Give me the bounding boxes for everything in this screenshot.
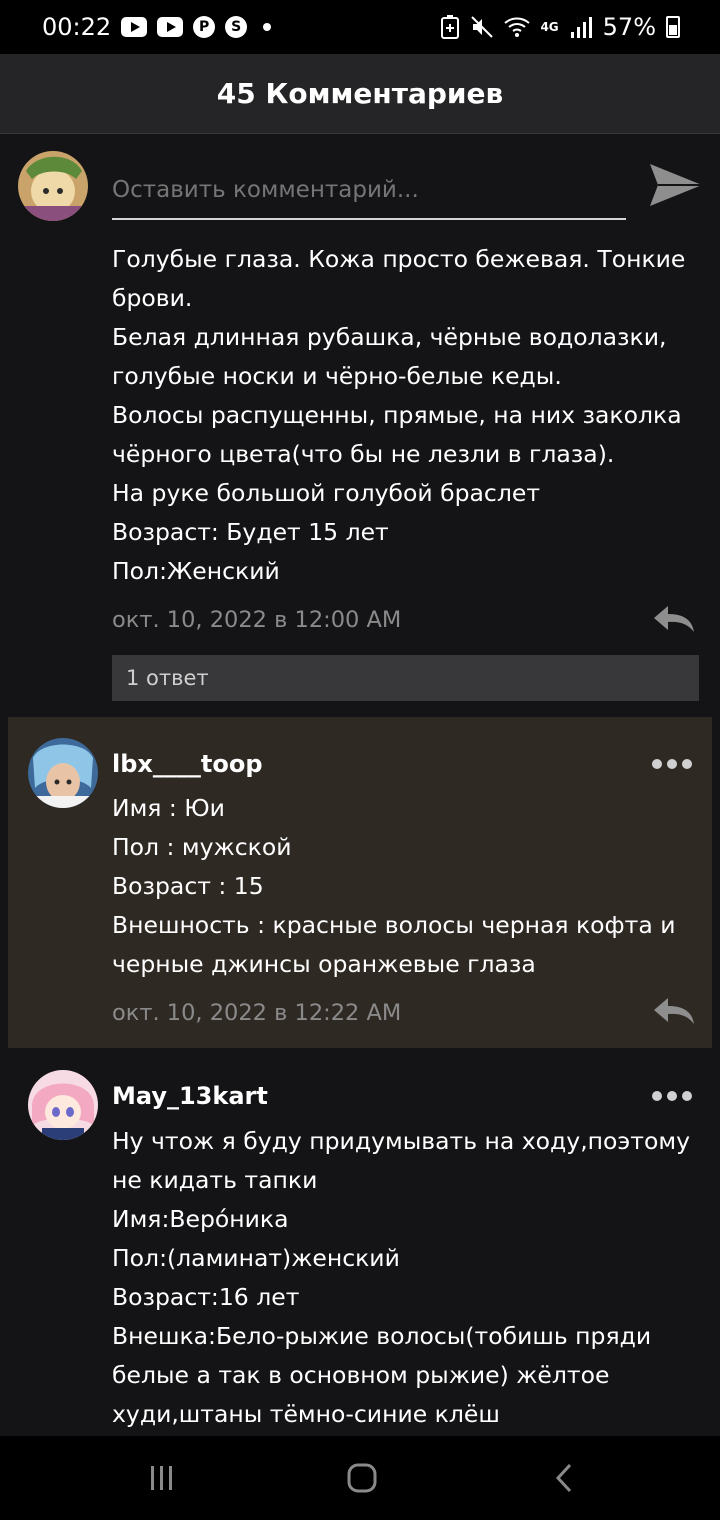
battery-icon xyxy=(666,16,680,38)
comment-line: Белая длинная рубашка, чёрные водолазки, xyxy=(112,323,667,351)
header: 45 Комментариев xyxy=(0,54,720,134)
dot-icon xyxy=(263,23,272,31)
home-icon xyxy=(347,1463,377,1493)
comment-username[interactable]: lbx____toop xyxy=(112,750,263,778)
comment-input-row xyxy=(0,140,720,230)
send-button[interactable] xyxy=(648,160,704,210)
reply-icon xyxy=(654,998,694,1024)
comment-line: Пол:Женский xyxy=(112,557,280,585)
status-bar: 00:22 P S 4G 57% xyxy=(0,0,720,54)
comment-body: Голубые глаза. Кожа просто бежевая. Тонк… xyxy=(112,240,702,591)
recent-apps-button[interactable] xyxy=(140,1456,184,1500)
network-label: 4G xyxy=(540,20,559,34)
comment-line: брови. xyxy=(112,284,193,312)
comment-body: Ну чтож я буду придумывать на ходу,поэто… xyxy=(112,1122,702,1434)
comment-timestamp: окт. 10, 2022 в 12:00 AM xyxy=(112,607,402,633)
app-icon: S xyxy=(225,16,248,38)
send-icon xyxy=(650,164,702,206)
home-button[interactable] xyxy=(340,1456,384,1500)
replies-count-label: 1 ответ xyxy=(126,666,209,690)
battery-saver-icon xyxy=(441,15,460,39)
comment-line: Возраст:16 лет xyxy=(112,1283,300,1311)
comment-line: Внешка:Бело-рыжие волосы(тобишь пряди xyxy=(112,1322,652,1350)
comment-username[interactable]: May_13kart xyxy=(112,1082,268,1110)
reply-icon xyxy=(654,606,694,632)
battery-percent: 57% xyxy=(602,13,656,41)
wifi-icon xyxy=(504,17,531,37)
comment-line: Пол:(ламинат)женский xyxy=(112,1244,400,1272)
recent-apps-icon xyxy=(151,1466,172,1490)
more-options-button[interactable] xyxy=(652,759,692,769)
mute-icon xyxy=(471,16,494,38)
status-right: 4G 57% xyxy=(440,13,680,41)
comment-line: Пол : мужской xyxy=(112,833,292,861)
dot-icon xyxy=(682,1091,692,1101)
youtube-icon xyxy=(157,17,184,37)
comment-line: белые а так в основном рыжие) жёлтое xyxy=(112,1361,610,1389)
status-left: 00:22 P S xyxy=(42,13,272,41)
comment-line: Возраст: Будет 15 лет xyxy=(112,518,389,546)
avatar[interactable] xyxy=(18,151,88,221)
reply-button[interactable] xyxy=(652,996,696,1026)
dot-icon xyxy=(667,759,677,769)
comment-line: черные джинсы оранжевые глаза xyxy=(112,950,536,978)
more-options-button[interactable] xyxy=(652,1091,692,1101)
dot-icon xyxy=(682,759,692,769)
show-replies-button[interactable]: 1 ответ xyxy=(112,655,699,701)
back-icon xyxy=(555,1463,572,1493)
youtube-icon xyxy=(121,17,148,37)
comment-line: чёрного цвета(что бы не лезли в глаза). xyxy=(112,440,615,468)
comment-input[interactable] xyxy=(112,162,626,220)
avatar[interactable] xyxy=(28,738,98,808)
comment-line: Внешность : красные волосы черная кофта … xyxy=(112,911,676,939)
comment-timestamp: окт. 10, 2022 в 12:22 AM xyxy=(112,1000,402,1026)
comment-line: Голубые глаза. Кожа просто бежевая. Тонк… xyxy=(112,245,686,273)
reply-button[interactable] xyxy=(652,604,696,634)
comment-line: не кидать тапки xyxy=(112,1166,318,1194)
avatar[interactable] xyxy=(28,1070,98,1140)
comment-line: Имя : Юи xyxy=(112,794,225,822)
back-button[interactable] xyxy=(542,1456,586,1500)
comment-body: Имя : Юи Пол : мужской Возраст : 15 Внеш… xyxy=(112,789,702,984)
dot-icon xyxy=(652,1091,662,1101)
comment-line: Имя:Веро́ника xyxy=(112,1205,289,1233)
comment-line: Ну чтож я буду придумывать на ходу,поэто… xyxy=(112,1127,691,1155)
dot-icon xyxy=(667,1091,677,1101)
comment-line: худи,штаны тёмно-синие клёш xyxy=(112,1400,500,1428)
status-time: 00:22 xyxy=(42,13,112,41)
comment-line: Возраст : 15 xyxy=(112,872,264,900)
comment-line: голубые носки и чёрно-белые кеды. xyxy=(112,362,562,390)
page-title: 45 Комментариев xyxy=(216,77,504,110)
signal-icon xyxy=(570,17,592,38)
comment-line: Волосы распущенны, прямые, на них заколк… xyxy=(112,401,682,429)
screen: 00:22 P S 4G 57% 45 Комментариев Оставит… xyxy=(0,0,720,1520)
navigation-bar xyxy=(0,1436,720,1520)
comment-line: На руке большой голубой браслет xyxy=(112,479,541,507)
dot-icon xyxy=(652,759,662,769)
pinterest-icon: P xyxy=(193,16,216,38)
